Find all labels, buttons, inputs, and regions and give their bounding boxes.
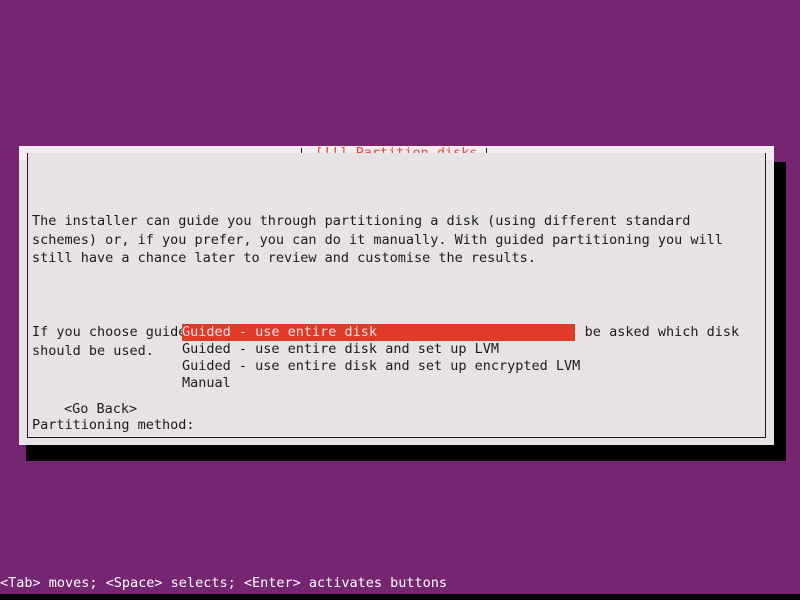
right-edge-purple-strip bbox=[792, 560, 800, 594]
partitioning-method-label: Partitioning method: bbox=[32, 416, 195, 433]
option-guided-entire-disk-encrypted-lvm[interactable]: Guided - use entire disk and set up encr… bbox=[182, 358, 602, 375]
installer-screen: [!!] Partition disks The installer can g… bbox=[0, 0, 800, 600]
go-back-button[interactable]: <Go Back> bbox=[64, 401, 137, 418]
bottom-black-strip bbox=[0, 594, 800, 600]
keyboard-help-status-bar: <Tab> moves; <Space> selects; <Enter> ac… bbox=[0, 575, 448, 591]
dialog-body: The installer can guide you through part… bbox=[32, 175, 742, 471]
option-manual[interactable]: Manual bbox=[182, 375, 602, 392]
partitioning-method-list[interactable]: Guided - use entire disk Guided - use en… bbox=[182, 324, 602, 392]
option-guided-entire-disk[interactable]: Guided - use entire disk bbox=[182, 324, 575, 341]
partition-disks-dialog: [!!] Partition disks The installer can g… bbox=[19, 146, 774, 445]
option-guided-entire-disk-lvm[interactable]: Guided - use entire disk and set up LVM bbox=[182, 341, 602, 358]
intro-paragraph-1: The installer can guide you through part… bbox=[32, 213, 723, 266]
dialog-inner-frame: The installer can guide you through part… bbox=[27, 153, 766, 438]
